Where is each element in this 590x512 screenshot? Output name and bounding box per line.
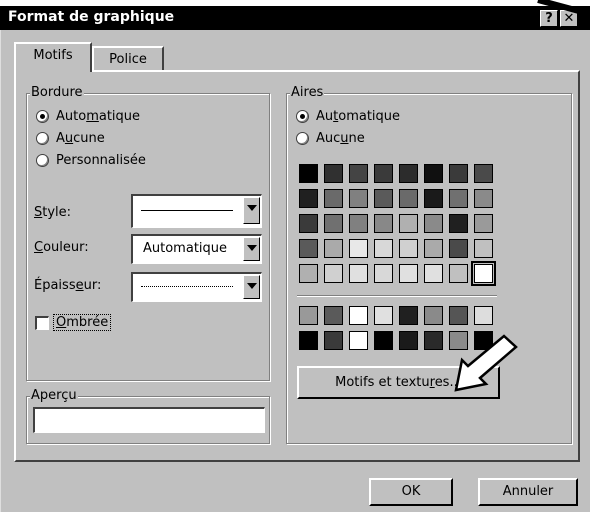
color-swatch[interactable] — [349, 239, 368, 258]
color-swatch[interactable] — [399, 189, 418, 208]
color-swatch[interactable] — [324, 189, 343, 208]
color-swatch[interactable] — [449, 306, 468, 325]
line-style-preview — [141, 210, 233, 211]
color-swatch[interactable] — [474, 214, 493, 233]
color-swatch[interactable] — [299, 239, 318, 258]
color-swatch[interactable] — [299, 214, 318, 233]
couleur-select[interactable]: Automatique — [131, 234, 262, 264]
aires-legend: Aires — [290, 85, 325, 100]
color-swatch[interactable] — [374, 214, 393, 233]
color-swatch[interactable] — [399, 239, 418, 258]
color-swatch[interactable] — [424, 239, 443, 258]
bordure-legend: Bordure — [30, 85, 84, 100]
radio-indicator[interactable] — [36, 154, 49, 167]
ombree-checkbox[interactable] — [35, 316, 49, 330]
color-swatch[interactable] — [324, 164, 343, 183]
color-swatch[interactable] — [349, 164, 368, 183]
color-swatch[interactable] — [299, 164, 318, 183]
color-swatch[interactable] — [424, 306, 443, 325]
color-swatch[interactable] — [349, 264, 368, 283]
line-weight-preview — [141, 286, 233, 287]
color-swatch[interactable] — [374, 306, 393, 325]
color-swatch[interactable] — [474, 164, 493, 183]
radio-label: Aucune — [316, 131, 365, 146]
color-swatch[interactable] — [474, 189, 493, 208]
color-swatch[interactable] — [299, 306, 318, 325]
style-label: Style: — [34, 205, 72, 220]
color-swatch[interactable] — [474, 306, 493, 325]
color-swatch[interactable] — [349, 331, 368, 350]
ombree-label[interactable]: Ombrée — [53, 314, 112, 331]
color-swatch[interactable] — [349, 306, 368, 325]
apercu-legend: Aperçu — [30, 388, 78, 403]
color-swatch[interactable] — [324, 214, 343, 233]
window-title: Format de graphique — [8, 9, 175, 25]
radio-indicator[interactable] — [36, 132, 49, 145]
radio-indicator[interactable] — [36, 110, 49, 123]
chevron-down-icon[interactable] — [243, 197, 260, 224]
color-swatch[interactable] — [399, 164, 418, 183]
color-swatch[interactable] — [424, 331, 443, 350]
color-swatch[interactable] — [374, 331, 393, 350]
color-swatch[interactable] — [299, 331, 318, 350]
ok-button[interactable]: OK — [369, 478, 453, 506]
cancel-button[interactable]: Annuler — [478, 478, 578, 506]
radio-label: Automatique — [56, 109, 141, 124]
couleur-value: Automatique — [143, 241, 228, 256]
color-swatch[interactable] — [471, 261, 496, 286]
color-swatch[interactable] — [374, 239, 393, 258]
color-swatch[interactable] — [449, 214, 468, 233]
color-swatch[interactable] — [424, 214, 443, 233]
color-swatch[interactable] — [324, 306, 343, 325]
tab-police[interactable]: Police — [92, 46, 164, 72]
color-swatch[interactable] — [324, 239, 343, 258]
radio-indicator[interactable] — [296, 110, 309, 123]
tab-motifs[interactable]: Motifs — [14, 42, 92, 72]
chevron-down-icon[interactable] — [243, 275, 260, 299]
decorative-stroke — [537, 0, 590, 14]
radio-label: Automatique — [316, 109, 401, 124]
color-swatch[interactable] — [374, 164, 393, 183]
color-swatch[interactable] — [349, 214, 368, 233]
color-swatch[interactable] — [449, 264, 468, 283]
color-swatch[interactable] — [399, 306, 418, 325]
color-swatch[interactable] — [374, 189, 393, 208]
color-swatch[interactable] — [399, 264, 418, 283]
epaisseur-label: Épaisseur: — [34, 278, 102, 293]
epaisseur-select[interactable] — [131, 272, 262, 302]
couleur-label: Couleur: — [34, 240, 89, 255]
color-swatch[interactable] — [299, 264, 318, 283]
preview-box — [33, 407, 265, 433]
color-swatch[interactable] — [474, 239, 493, 258]
color-swatch[interactable] — [424, 189, 443, 208]
radio-indicator[interactable] — [296, 132, 309, 145]
pointer-arrow-icon — [454, 334, 518, 392]
palette-divider — [297, 295, 497, 297]
color-swatch[interactable] — [424, 264, 443, 283]
chevron-down-icon[interactable] — [243, 237, 260, 261]
color-swatch[interactable] — [349, 189, 368, 208]
radio-label: Aucune — [56, 131, 105, 146]
color-swatch[interactable] — [449, 189, 468, 208]
radio-label: Personnalisée — [56, 153, 146, 168]
color-swatch[interactable] — [399, 214, 418, 233]
color-swatch[interactable] — [424, 164, 443, 183]
color-swatch[interactable] — [299, 189, 318, 208]
style-select[interactable] — [131, 194, 262, 228]
color-swatch[interactable] — [449, 239, 468, 258]
color-swatch[interactable] — [324, 331, 343, 350]
color-palette — [299, 164, 499, 286]
color-swatch[interactable] — [374, 264, 393, 283]
color-swatch[interactable] — [449, 164, 468, 183]
color-swatch[interactable] — [399, 331, 418, 350]
color-swatch[interactable] — [324, 264, 343, 283]
